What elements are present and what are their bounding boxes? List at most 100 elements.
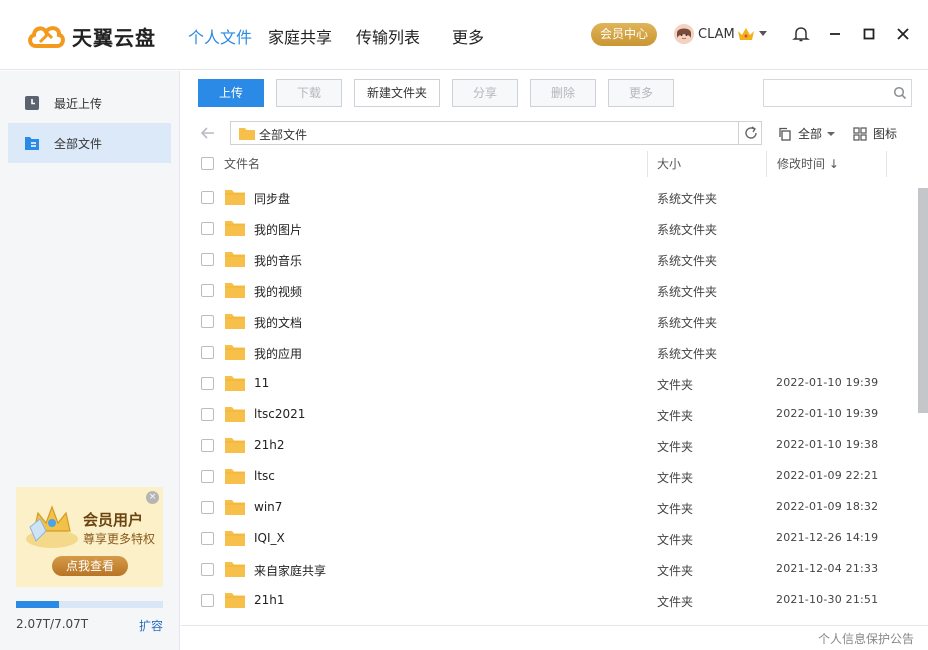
vip-promo-banner[interactable]: × 会员用户 尊享更多特权 点我查看 <box>16 487 163 587</box>
list-item[interactable]: ltsc 文件夹 2022-01-09 22:21 <box>181 461 909 492</box>
nav-tab-family-share[interactable]: 家庭共享 <box>268 24 332 48</box>
folder-icon <box>225 283 245 298</box>
avatar[interactable] <box>674 24 694 44</box>
upload-button[interactable]: 上传 <box>198 79 264 107</box>
expand-storage-link[interactable]: 扩容 <box>139 617 163 634</box>
folder-icon <box>225 500 245 515</box>
column-divider[interactable] <box>886 151 887 177</box>
vip-center-button[interactable]: 会员中心 <box>591 23 657 46</box>
promo-view-button[interactable]: 点我查看 <box>52 556 128 576</box>
file-name[interactable]: 我的文档 <box>254 314 302 331</box>
file-name[interactable]: 21h2 <box>254 438 285 452</box>
list-item[interactable]: 同步盘 系统文件夹 <box>181 182 909 213</box>
file-name[interactable]: 我的应用 <box>254 345 302 362</box>
storage-usage-text: 2.07T/7.07T <box>16 617 89 631</box>
folder-icon <box>225 376 245 391</box>
row-checkbox[interactable] <box>201 563 214 576</box>
search-icon[interactable] <box>893 86 907 100</box>
username[interactable]: CLAM <box>698 27 735 42</box>
row-checkbox[interactable] <box>201 408 214 421</box>
file-list-header: 文件名 大小 修改时间 ↓ <box>181 147 909 179</box>
nav-tab-personal-files[interactable]: 个人文件 <box>188 24 252 48</box>
row-checkbox[interactable] <box>201 253 214 266</box>
file-name[interactable]: 11 <box>254 376 269 390</box>
user-menu-caret-icon[interactable] <box>759 31 767 36</box>
file-date: 2021-12-26 14:19 <box>776 531 879 544</box>
file-name[interactable]: 我的音乐 <box>254 252 302 269</box>
file-name[interactable]: ltsc2021 <box>254 407 305 421</box>
row-checkbox[interactable] <box>201 594 214 607</box>
share-button[interactable]: 分享 <box>452 79 518 107</box>
row-checkbox[interactable] <box>201 501 214 514</box>
refresh-icon <box>745 126 757 139</box>
list-item[interactable]: 21h2 文件夹 2022-01-10 19:38 <box>181 430 909 461</box>
sidebar-item-recent-uploads[interactable]: 最近上传 <box>8 83 171 123</box>
file-name[interactable]: 我的视频 <box>254 283 302 300</box>
privacy-notice-link[interactable]: 个人信息保护公告 <box>818 630 914 647</box>
column-header-name[interactable]: 文件名 <box>224 155 260 172</box>
new-folder-button[interactable]: 新建文件夹 <box>354 79 440 107</box>
column-divider[interactable] <box>766 151 767 177</box>
nav-tab-transfer-list[interactable]: 传输列表 <box>356 24 420 48</box>
promo-close-button[interactable]: × <box>146 491 159 504</box>
search-input[interactable] <box>763 79 912 107</box>
list-item[interactable]: 我的音乐 系统文件夹 <box>181 244 909 275</box>
list-item[interactable]: win7 文件夹 2022-01-09 18:32 <box>181 492 909 523</box>
maximize-icon[interactable] <box>860 25 878 43</box>
file-name[interactable]: 来自家庭共享 <box>254 562 326 579</box>
file-type: 文件夹 <box>657 440 694 454</box>
cloud-logo-icon <box>28 26 65 48</box>
delete-button[interactable]: 删除 <box>530 79 596 107</box>
back-arrow-icon[interactable] <box>200 126 216 140</box>
file-name[interactable]: 同步盘 <box>254 190 290 207</box>
select-all-checkbox[interactable] <box>201 157 214 170</box>
close-icon[interactable] <box>894 25 912 43</box>
row-checkbox[interactable] <box>201 470 214 483</box>
row-checkbox[interactable] <box>201 439 214 452</box>
file-name[interactable]: 21h1 <box>254 593 285 607</box>
column-header-size[interactable]: 大小 <box>657 155 681 172</box>
filter-dropdown[interactable]: 全部 <box>778 125 836 142</box>
download-button[interactable]: 下载 <box>276 79 342 107</box>
view-mode-toggle[interactable]: 图标 <box>853 125 897 142</box>
file-type: 文件夹 <box>657 502 694 516</box>
row-checkbox[interactable] <box>201 191 214 204</box>
list-item[interactable]: 我的应用 系统文件夹 <box>181 337 909 368</box>
file-name[interactable]: 我的图片 <box>254 221 302 238</box>
refresh-button[interactable] <box>738 122 762 144</box>
row-checkbox[interactable] <box>201 284 214 297</box>
nav-tab-more[interactable]: 更多 <box>452 24 484 48</box>
scrollbar-thumb[interactable] <box>918 188 928 413</box>
list-item[interactable]: 我的图片 系统文件夹 <box>181 213 909 244</box>
column-header-modified[interactable]: 修改时间 ↓ <box>777 155 839 172</box>
row-checkbox[interactable] <box>201 315 214 328</box>
row-checkbox[interactable] <box>201 532 214 545</box>
row-checkbox[interactable] <box>201 222 214 235</box>
more-button[interactable]: 更多 <box>608 79 674 107</box>
app-logo: 天翼云盘 <box>26 20 156 52</box>
bell-icon[interactable] <box>792 25 810 43</box>
minimize-icon[interactable] <box>826 25 844 43</box>
list-item[interactable]: 我的视频 系统文件夹 <box>181 275 909 306</box>
file-type: 文件夹 <box>657 533 694 547</box>
row-checkbox[interactable] <box>201 377 214 390</box>
list-item[interactable]: ltsc2021 文件夹 2022-01-10 19:39 <box>181 399 909 430</box>
file-name[interactable]: ltsc <box>254 469 275 483</box>
list-item[interactable]: 我的文档 系统文件夹 <box>181 306 909 337</box>
row-checkbox[interactable] <box>201 346 214 359</box>
file-type: 文件夹 <box>657 471 694 485</box>
list-item[interactable]: 11 文件夹 2022-01-10 19:39 <box>181 368 909 399</box>
breadcrumb[interactable]: 全部文件 <box>230 121 762 145</box>
list-item[interactable]: IQI_X 文件夹 2021-12-26 14:19 <box>181 523 909 554</box>
file-date: 2022-01-10 19:38 <box>776 438 879 451</box>
breadcrumb-current[interactable]: 全部文件 <box>259 126 307 143</box>
list-item[interactable]: 来自家庭共享 文件夹 2021-12-04 21:33 <box>181 554 909 585</box>
file-type: 文件夹 <box>657 595 694 609</box>
folder-icon <box>225 469 245 484</box>
file-date: 2021-10-30 21:51 <box>776 593 879 606</box>
column-divider[interactable] <box>647 151 648 177</box>
sidebar-item-all-files[interactable]: 全部文件 <box>8 123 171 163</box>
file-name[interactable]: win7 <box>254 500 282 514</box>
list-item[interactable]: 21h1 文件夹 2021-10-30 21:51 <box>181 585 909 616</box>
file-name[interactable]: IQI_X <box>254 531 285 545</box>
